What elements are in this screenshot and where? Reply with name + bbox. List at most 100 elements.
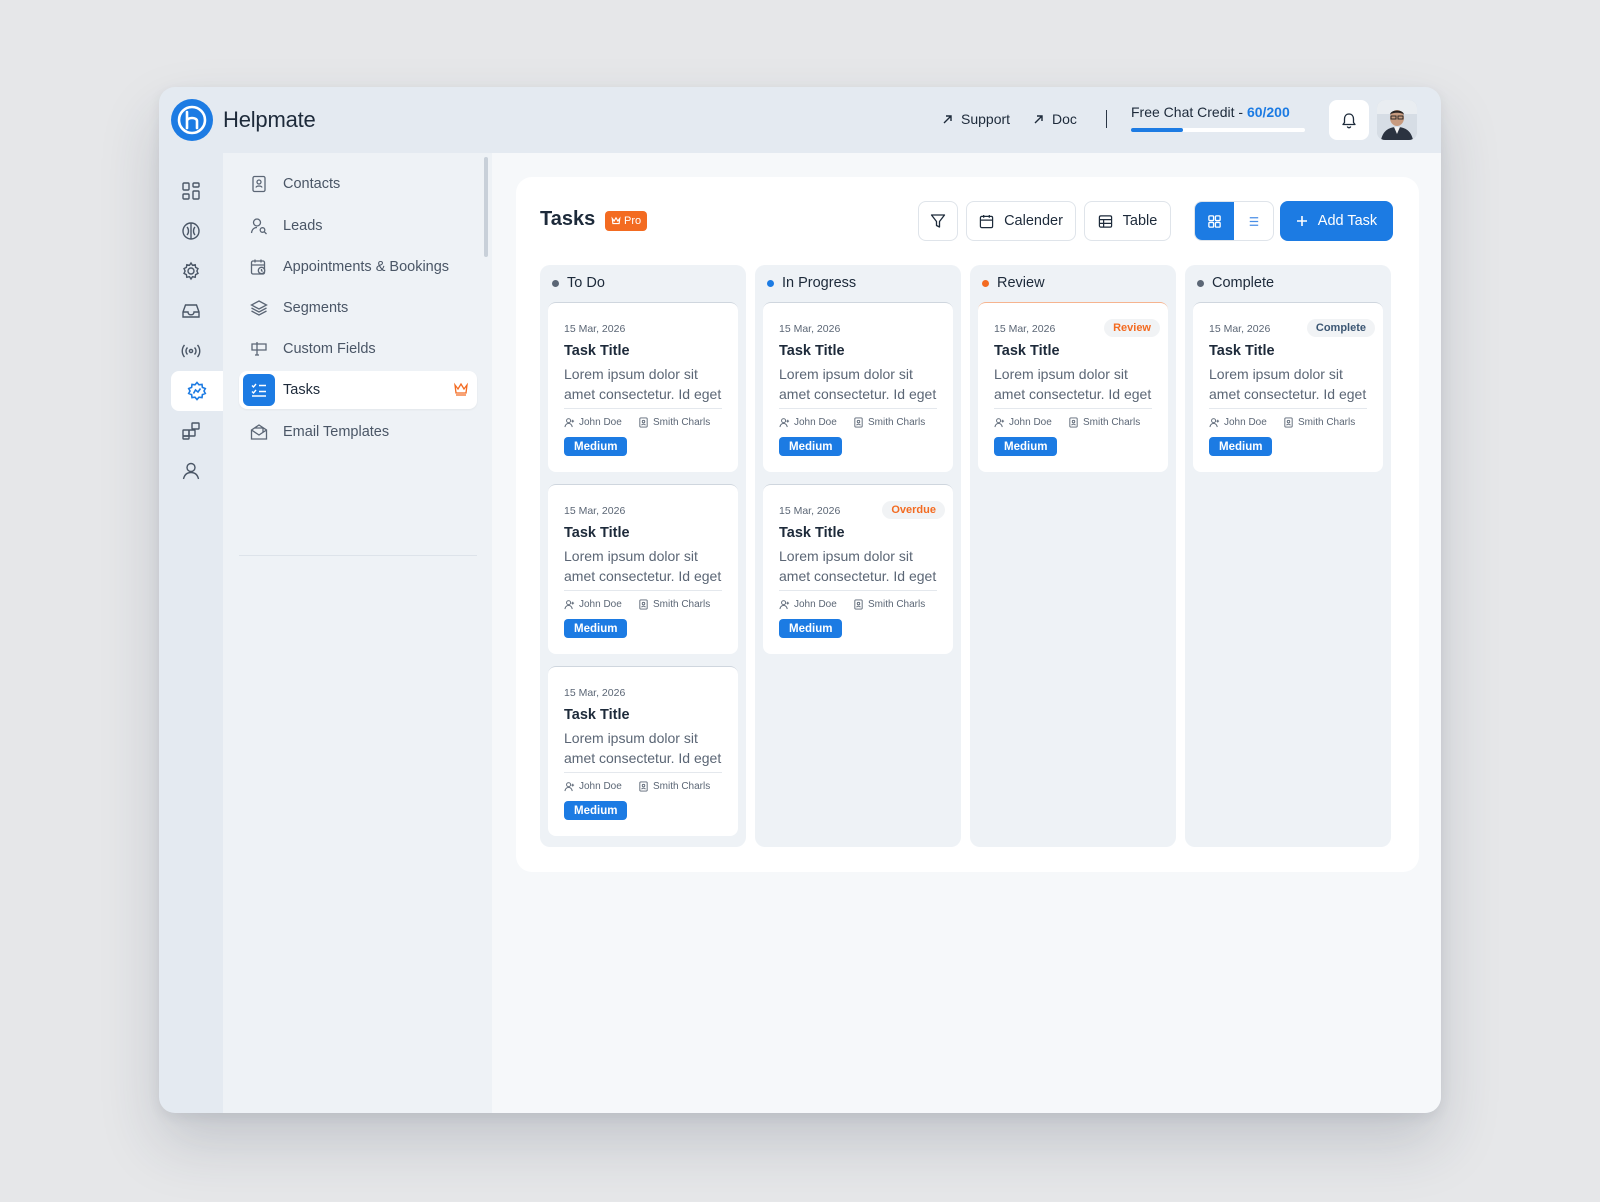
contact-card-icon — [243, 168, 275, 200]
sidebar-item-contacts[interactable]: Contacts — [239, 165, 477, 203]
sidebar-item-segments[interactable]: Segments — [239, 289, 477, 327]
assignee-name: John Doe — [579, 781, 622, 792]
chat-credit: Free Chat Credit - 60/200 — [1131, 104, 1290, 120]
calendar-view-button[interactable]: Calender — [966, 201, 1076, 241]
column-header: Review — [982, 275, 1045, 291]
table-icon — [1098, 214, 1112, 228]
task-description: Lorem ipsum dolor sit amet consectetur. I… — [779, 546, 941, 586]
rail-profile[interactable] — [171, 451, 211, 491]
task-description-line: amet consectetur. Id eget — [779, 386, 937, 402]
task-description-line: Lorem ipsum dolor sit — [564, 548, 698, 564]
task-description: Lorem ipsum dolor sit amet consectetur. I… — [564, 364, 726, 404]
task-card[interactable]: 15 Mar, 2026 Review Task Title Lorem ipsum … — [978, 302, 1168, 472]
assignee-icon — [994, 418, 1005, 428]
client-icon — [639, 599, 648, 610]
client-name: Smith Charls — [868, 599, 926, 610]
rail-brain[interactable] — [171, 211, 211, 251]
app-window: Helpmate Support Doc Free Chat Credit - … — [159, 87, 1441, 1113]
rail-crm-active[interactable] — [171, 371, 223, 411]
client-icon — [639, 781, 648, 792]
task-assignee: John Doe — [779, 599, 837, 610]
grid-icon — [1208, 214, 1221, 228]
task-title: Task Title — [1209, 343, 1275, 359]
task-description-line: Lorem ipsum dolor sit — [779, 366, 913, 382]
task-assignee: John Doe — [564, 599, 622, 610]
task-title: Task Title — [564, 525, 630, 541]
task-card[interactable]: 15 Mar, 2026 Task Title Lorem ipsum dolor … — [548, 666, 738, 836]
task-description-line: Lorem ipsum dolor sit — [564, 730, 698, 746]
task-date: 15 Mar, 2026 — [564, 687, 626, 699]
profile-icon — [182, 462, 200, 480]
inbox-icon — [182, 304, 200, 318]
sidebar-item-tasks[interactable]: Tasks — [239, 371, 477, 409]
task-description: Lorem ipsum dolor sit amet consectetur. I… — [994, 364, 1156, 404]
bell-icon — [1342, 112, 1356, 128]
support-link[interactable]: Support — [942, 111, 1010, 127]
card-divider — [564, 772, 722, 773]
client-name: Smith Charls — [1298, 417, 1356, 428]
card-divider — [564, 590, 722, 591]
task-title: Task Title — [779, 525, 845, 541]
kanban-column: Complete 15 Mar, 2026 Complete Task Title Lo… — [1185, 265, 1391, 847]
rail-broadcast[interactable] — [171, 331, 211, 371]
column-title: To Do — [567, 275, 605, 291]
task-description: Lorem ipsum dolor sit amet consectetur. I… — [779, 364, 941, 404]
status-dot — [552, 279, 559, 287]
plus-icon — [1296, 216, 1307, 226]
divider — [1106, 110, 1107, 128]
column-header: In Progress — [767, 275, 856, 291]
sidebar-item-leads[interactable]: Leads — [239, 207, 477, 245]
task-card[interactable]: 15 Mar, 2026 Task Title Lorem ipsum dolor … — [763, 302, 953, 472]
task-card[interactable]: 15 Mar, 2026 Task Title Lorem ipsum dolor … — [548, 302, 738, 472]
grid-view-toggle[interactable] — [1195, 202, 1234, 240]
task-description-line: amet consectetur. Id eget — [779, 568, 937, 584]
task-assignee: John Doe — [564, 781, 622, 792]
table-view-button[interactable]: Table — [1084, 201, 1171, 241]
task-assignee: John Doe — [1209, 417, 1267, 428]
layers-icon — [243, 292, 275, 324]
rail-dashboard[interactable] — [171, 171, 211, 211]
task-card[interactable]: 15 Mar, 2026 Complete Task Title Lorem ipsu… — [1193, 302, 1383, 472]
card-divider — [779, 590, 937, 591]
sidebar-item-email-templates[interactable]: Email Templates — [239, 413, 477, 451]
rail-settings[interactable] — [171, 251, 211, 291]
kanban-column: In Progress 15 Mar, 2026 Task Title Lorem i… — [755, 265, 961, 847]
doc-link[interactable]: Doc — [1033, 111, 1077, 127]
task-card[interactable]: 15 Mar, 2026 Overdue Task Title Lorem ipsum… — [763, 484, 953, 654]
rail-apps[interactable] — [171, 411, 211, 451]
priority-badge: Medium — [564, 437, 628, 456]
task-description-line: amet consectetur. Id eget — [564, 386, 722, 402]
assignee-name: John Doe — [1009, 417, 1052, 428]
task-title: Task Title — [994, 343, 1060, 359]
chat-credit-label: Free Chat Credit - — [1131, 104, 1247, 120]
dashboard-icon — [182, 182, 200, 200]
assignee-name: John Doe — [579, 417, 622, 428]
kanban-column: To Do 15 Mar, 2026 Task Title Lorem ipsum d… — [540, 265, 746, 847]
sidebar-scrollbar[interactable] — [484, 157, 488, 257]
helpmate-logo-icon[interactable] — [171, 99, 213, 141]
sidebar-item-label: Tasks — [283, 382, 321, 398]
brain-icon — [182, 222, 200, 240]
column-header: To Do — [552, 275, 605, 291]
add-task-button[interactable]: Add Task — [1280, 201, 1393, 241]
filter-button[interactable] — [918, 201, 958, 241]
column-title: Review — [997, 275, 1045, 291]
brand-name: Helpmate — [223, 107, 316, 132]
sidebar-item-custom-fields[interactable]: Custom Fields — [239, 330, 477, 368]
client-name: Smith Charls — [653, 417, 711, 428]
task-card[interactable]: 15 Mar, 2026 Task Title Lorem ipsum dolor … — [548, 484, 738, 654]
notification-button[interactable] — [1329, 100, 1369, 140]
task-description-line: amet consectetur. Id eget — [564, 568, 722, 584]
list-view-toggle[interactable] — [1234, 202, 1273, 240]
chat-credit-progress — [1131, 128, 1305, 132]
rail-inbox[interactable] — [171, 291, 211, 331]
sidebar-item-label: Appointments & Bookings — [283, 259, 450, 275]
kanban-column: Review 15 Mar, 2026 Review Task Title Lorem … — [970, 265, 1176, 847]
assignee-icon — [564, 600, 575, 610]
task-client: Smith Charls — [1068, 417, 1140, 428]
sidebar-item-appointments[interactable]: Appointments & Bookings — [239, 248, 477, 286]
priority-badge: Medium — [564, 619, 628, 638]
status-dot — [767, 279, 774, 287]
user-avatar[interactable] — [1377, 100, 1417, 140]
broadcast-icon — [181, 344, 201, 358]
